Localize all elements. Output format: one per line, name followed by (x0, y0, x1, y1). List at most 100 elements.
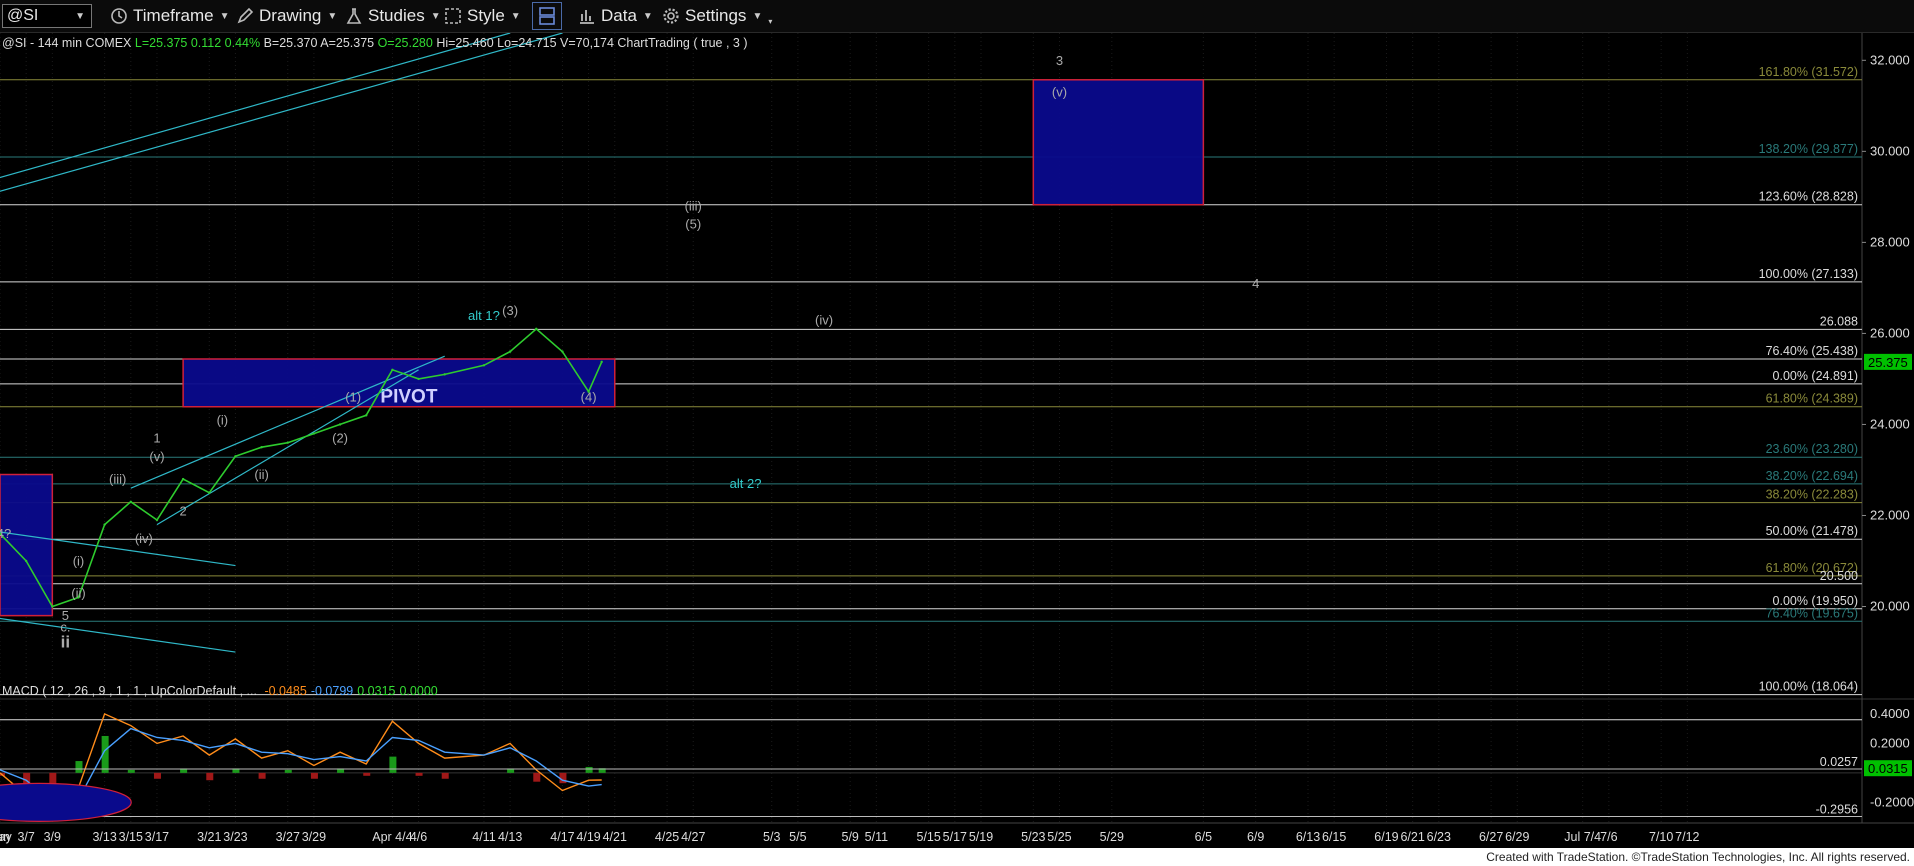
wave-label: alt 1? (468, 308, 500, 323)
y-tick-label: 28.000 (1870, 234, 1910, 249)
price-point (24, 559, 28, 563)
data-menu[interactable]: Data ▼ (578, 4, 653, 28)
fib-level-label: 26.088 (1820, 314, 1858, 328)
fib-level-label: 38.20% (22.283) (1766, 488, 1858, 502)
macd-histogram-bar (258, 772, 266, 779)
wave-label: (ii) (254, 467, 268, 482)
chevron-down-icon: ▼ (219, 10, 230, 22)
x-tick-label: 6/5 (1195, 830, 1212, 844)
fib-level-label: 100.00% (27.133) (1759, 267, 1858, 281)
wave-label: 3 (1056, 53, 1063, 68)
chevron-down-icon[interactable]: ▼ (75, 11, 85, 22)
x-tick-label: 5/5 (789, 830, 806, 844)
macd-y-tick-label: 0.2000 (1870, 735, 1910, 750)
macd-histogram-bar (206, 772, 214, 781)
price-point (155, 518, 159, 522)
layout-toggle-button[interactable] (532, 2, 562, 30)
macd-histogram-bar (389, 756, 397, 773)
chart-area[interactable]: 161.80% (31.572)138.20% (29.877)123.60% … (0, 33, 1914, 848)
x-tick-label: 4/13 (498, 830, 522, 844)
wave-label: (1) (345, 390, 361, 405)
x-tick-label: 3/21 (197, 830, 221, 844)
x-tick-label: 5/29 (1100, 830, 1124, 844)
x-tick-label: 5/17 (943, 830, 967, 844)
price-point (234, 455, 237, 458)
y-tick-label: 30.000 (1870, 143, 1910, 158)
x-tick-label: 3/15 (119, 830, 143, 844)
chevron-down-small-icon: ▾ (768, 16, 773, 26)
price-point (508, 350, 512, 353)
macd-histogram-bar (127, 769, 135, 773)
x-tick-label: 7/6 (1600, 830, 1617, 844)
x-tick-label: 4/25 (655, 830, 679, 844)
macd-histogram-bar (441, 772, 449, 779)
price-point (561, 350, 564, 353)
price-point (482, 364, 486, 367)
wave-label: (v) (149, 449, 164, 464)
x-tick-label: 6/9 (1247, 830, 1264, 844)
fib-level-label: 38.20% (22.694) (1766, 469, 1858, 483)
price-point (600, 360, 603, 364)
price-point (103, 523, 106, 526)
fib-level-label: 123.60% (28.828) (1759, 190, 1858, 204)
x-tick-label: 6/15 (1322, 830, 1346, 844)
wave-label: 4? (0, 526, 11, 541)
x-tick-label: 6/29 (1505, 830, 1529, 844)
studies-menu[interactable]: Studies ▼ (345, 4, 441, 28)
price-point (51, 605, 54, 608)
wave-label: (i) (217, 412, 229, 427)
x-tick-label: 3/23 (223, 830, 247, 844)
macd-legend: MACD ( 12 , 26 , 9 , 1 , 1 , UpColorDefa… (2, 684, 438, 698)
x-tick-label: 7/10 (1649, 830, 1673, 844)
y-tick-label: 26.000 (1870, 325, 1910, 340)
fib-level-label: 61.80% (24.389) (1766, 392, 1858, 406)
price-point (535, 327, 538, 331)
macd-histogram-bar (310, 772, 318, 779)
x-tick-label: Jul 7/4 (1564, 830, 1601, 844)
wave-label: ii (61, 632, 70, 651)
price-point (129, 500, 132, 504)
x-tick-label: 3/9 (44, 830, 61, 844)
wave-label: (iii) (109, 472, 126, 487)
fib-level-label: 50.00% (21.478) (1766, 524, 1858, 538)
x-tick-label: 3/7 (17, 830, 34, 844)
style-menu[interactable]: Style ▼ (444, 4, 521, 28)
chart-background (0, 33, 1914, 848)
x-tick-label: 6/19 (1374, 830, 1398, 844)
price-point (338, 423, 342, 426)
symbol-input[interactable]: @SI ▼ (2, 4, 92, 28)
price-point (443, 373, 446, 376)
gear-icon (663, 8, 679, 24)
price-point (312, 432, 316, 435)
layout-icon (539, 7, 555, 25)
copyright-text: Created with TradeStation. ©TradeStation… (1486, 850, 1910, 864)
y-tick-label: 20.000 (1870, 599, 1910, 614)
y-tick-label: 24.000 (1870, 416, 1910, 431)
flask-icon (346, 8, 362, 24)
x-tick-label: Jun (0, 830, 10, 844)
timeframe-menu[interactable]: Timeframe ▼ (110, 4, 230, 28)
fib-level-label: 138.20% (29.877) (1759, 142, 1858, 156)
macd-histogram-bar (415, 772, 423, 776)
macd-level-label: 0.0257 (1820, 755, 1858, 769)
wave-label: (iv) (815, 312, 833, 327)
wave-label: alt 2? (730, 476, 762, 491)
x-tick-label: 5/11 (865, 830, 888, 844)
clock-icon (111, 8, 127, 24)
macd-last-label: 0.0315 (1868, 761, 1908, 776)
macd-histogram-bar (75, 761, 83, 773)
wave-label: (4) (581, 390, 597, 405)
price-point (286, 441, 289, 444)
x-tick-label: 3/29 (302, 830, 326, 844)
settings-menu[interactable]: Settings ▼ ▾ (662, 4, 772, 28)
x-tick-label: 6/27 (1479, 830, 1503, 844)
wave-label: 4 (1252, 276, 1259, 291)
price-point (208, 491, 211, 494)
footer: Created with TradeStation. ©TradeStation… (0, 848, 1914, 866)
x-tick-label: 5/19 (969, 830, 993, 844)
y-tick-label: 32.000 (1870, 52, 1910, 67)
drawing-menu[interactable]: Drawing ▼ (236, 4, 337, 28)
x-tick-label: 6/21 (1400, 830, 1424, 844)
price-point (391, 368, 394, 372)
price-point (365, 414, 368, 417)
